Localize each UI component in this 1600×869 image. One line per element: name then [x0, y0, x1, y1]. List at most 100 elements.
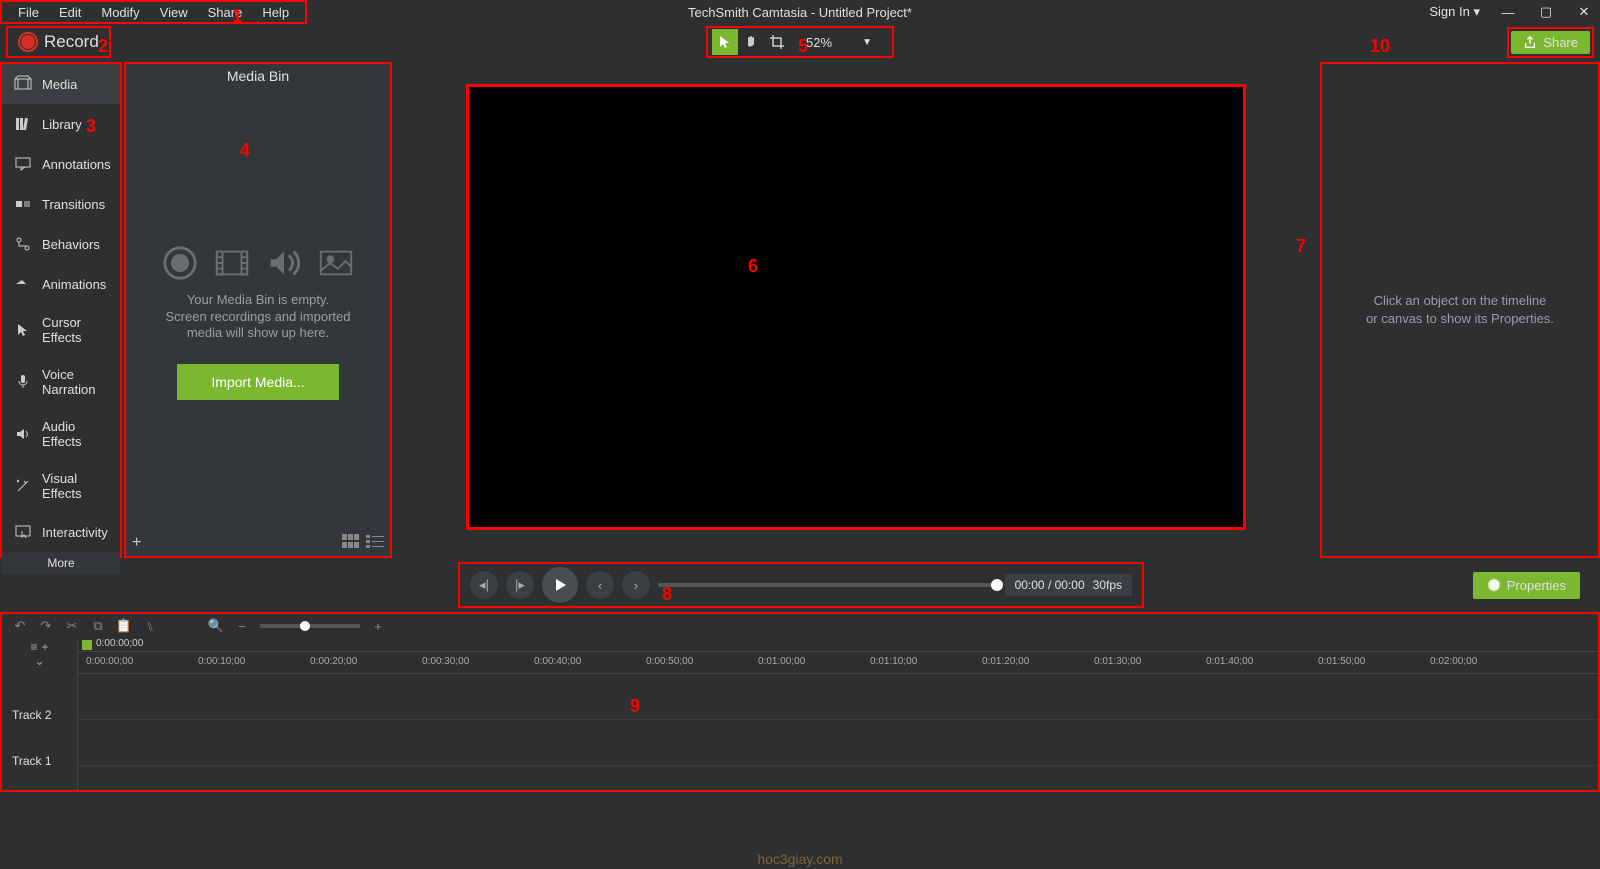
- timeline-body: ≡ + ⌄ Track 2 Track 1 0:00:00;00 0:00:00;…: [2, 638, 1598, 790]
- selection-tool-icon[interactable]: [712, 29, 738, 55]
- add-track-icon[interactable]: +: [42, 640, 49, 654]
- ruler-tick: 0:01:20;00: [982, 656, 1029, 667]
- tool-animations[interactable]: Animations: [2, 264, 120, 304]
- tool-visual-effects[interactable]: Visual Effects: [2, 460, 120, 512]
- media-bin-empty: Your Media Bin is empty. Screen recordin…: [126, 88, 390, 556]
- watermark: hoc3giay.com: [757, 851, 842, 867]
- cut-icon[interactable]: ✂: [64, 618, 80, 634]
- playhead-marker[interactable]: [82, 640, 92, 650]
- step-forward-button[interactable]: |▸: [506, 571, 534, 599]
- menu-share[interactable]: Share: [198, 3, 253, 22]
- wand-icon: [14, 477, 32, 495]
- ruler-tick: 0:00:40;00: [534, 656, 581, 667]
- redo-icon[interactable]: ↷: [38, 618, 54, 634]
- play-button[interactable]: [542, 567, 578, 603]
- paste-icon[interactable]: 📋: [116, 618, 132, 634]
- prev-button[interactable]: ‹: [586, 571, 614, 599]
- track-header-1[interactable]: Track 1: [2, 738, 77, 784]
- zoom-icon[interactable]: 🔍: [208, 618, 224, 634]
- ruler-tick: 0:01:10;00: [870, 656, 917, 667]
- ruler-tick: 0:00:20;00: [310, 656, 357, 667]
- window-title: TechSmith Camtasia - Untitled Project*: [688, 5, 912, 20]
- image-placeholder-icon: [317, 244, 355, 282]
- import-media-button[interactable]: Import Media...: [177, 364, 338, 400]
- gear-icon: [1487, 578, 1501, 592]
- sign-in-button[interactable]: Sign In ▾: [1429, 4, 1480, 20]
- minimize-icon[interactable]: ―: [1498, 2, 1518, 22]
- bin-empty-text: Your Media Bin is empty. Screen recordin…: [166, 292, 351, 343]
- share-wrap: Share: [1507, 27, 1594, 58]
- toolbar-row: Record 52% ▼ Share: [0, 24, 1600, 60]
- copy-icon[interactable]: ⧉: [90, 618, 106, 634]
- track-lane-2[interactable]: [78, 674, 1598, 720]
- track-header-2[interactable]: Track 2: [2, 692, 77, 738]
- close-icon[interactable]: ✕: [1574, 2, 1594, 22]
- maximize-icon[interactable]: ▢: [1536, 2, 1556, 22]
- speaker-icon: [14, 425, 32, 443]
- menu-edit[interactable]: Edit: [49, 3, 91, 22]
- chevron-down-icon: ▼: [862, 37, 872, 48]
- add-media-icon[interactable]: +: [132, 534, 141, 552]
- seek-handle[interactable]: [991, 579, 1003, 591]
- ruler-tick: 0:00:50;00: [646, 656, 693, 667]
- next-button[interactable]: ›: [622, 571, 650, 599]
- menu-help[interactable]: Help: [252, 3, 299, 22]
- playhead-time: 0:00:00;00: [96, 638, 143, 649]
- tool-audio-effects[interactable]: Audio Effects: [2, 408, 120, 460]
- tool-voice-narration[interactable]: Voice Narration: [2, 356, 120, 408]
- undo-icon[interactable]: ↶: [12, 618, 28, 634]
- main-area: Media Library Annotations Transitions Be…: [0, 60, 1600, 558]
- properties-panel: Click an object on the timeline or canva…: [1320, 62, 1600, 558]
- record-label: Record: [44, 32, 99, 52]
- tool-cursor-effects[interactable]: Cursor Effects: [2, 304, 120, 356]
- properties-button[interactable]: Properties: [1473, 572, 1580, 599]
- zoom-slider-handle[interactable]: [300, 621, 310, 631]
- tool-library[interactable]: Library: [2, 104, 120, 144]
- ruler-top: 0:00:00;00: [78, 638, 1598, 652]
- title-bar: File Edit Modify View Share Help TechSmi…: [0, 0, 1600, 24]
- track-collapse-icon[interactable]: ⌄: [34, 654, 44, 668]
- share-label: Share: [1543, 35, 1578, 50]
- menu-view[interactable]: View: [150, 3, 198, 22]
- tool-list: Media Library Annotations Transitions Be…: [2, 64, 120, 552]
- step-back-button[interactable]: ◂|: [470, 571, 498, 599]
- bin-grid-view-icon[interactable]: [342, 534, 360, 548]
- track-lane-1[interactable]: [78, 720, 1598, 766]
- tool-panel: Media Library Annotations Transitions Be…: [0, 62, 122, 558]
- hand-tool-icon[interactable]: [738, 29, 764, 55]
- bin-list-view-icon[interactable]: [366, 534, 384, 548]
- seek-bar[interactable]: [658, 583, 997, 587]
- zoom-out-icon[interactable]: −: [234, 618, 250, 634]
- canvas[interactable]: [466, 84, 1246, 530]
- zoom-level[interactable]: 52% ▼: [790, 35, 888, 50]
- canvas-tools: 52% ▼: [706, 26, 894, 58]
- audio-placeholder-icon: [265, 244, 303, 282]
- share-icon: [1523, 35, 1537, 49]
- tool-media[interactable]: Media: [2, 64, 120, 104]
- timeline-zoom-slider[interactable]: [260, 624, 360, 628]
- crop-tool-icon[interactable]: [764, 29, 790, 55]
- track-controls: ≡ + ⌄: [2, 638, 77, 670]
- timeline-toolbar: ↶ ↷ ✂ ⧉ 📋 ⑊ 🔍 − +: [2, 614, 1598, 638]
- menu-file[interactable]: File: [8, 3, 49, 22]
- record-icon: [18, 32, 38, 52]
- ruler-tick: 0:01:30;00: [1094, 656, 1141, 667]
- track-headers: ≡ + ⌄ Track 2 Track 1: [2, 638, 78, 790]
- zoom-in-icon[interactable]: +: [370, 618, 386, 634]
- tool-transitions[interactable]: Transitions: [2, 184, 120, 224]
- record-placeholder-icon: [161, 244, 199, 282]
- track-toggle-icon[interactable]: ≡: [30, 640, 37, 654]
- tool-annotations[interactable]: Annotations: [2, 144, 120, 184]
- interactivity-icon: [14, 523, 32, 541]
- title-right: Sign In ▾ ― ▢ ✕: [1429, 2, 1594, 22]
- share-button[interactable]: Share: [1511, 31, 1590, 54]
- menu-modify[interactable]: Modify: [91, 3, 149, 22]
- ruler-tick: 0:01:00;00: [758, 656, 805, 667]
- split-icon[interactable]: ⑊: [142, 618, 158, 634]
- tool-behaviors[interactable]: Behaviors: [2, 224, 120, 264]
- record-button[interactable]: Record: [6, 26, 111, 58]
- tool-interactivity[interactable]: Interactivity: [2, 512, 120, 552]
- library-icon: [14, 115, 32, 133]
- time-ruler[interactable]: 0:00:00;000:00:10;000:00:20;000:00:30;00…: [78, 652, 1598, 674]
- playback-row: ◂| |▸ ‹ › 00:00 / 00:0030fps Properties: [0, 558, 1600, 612]
